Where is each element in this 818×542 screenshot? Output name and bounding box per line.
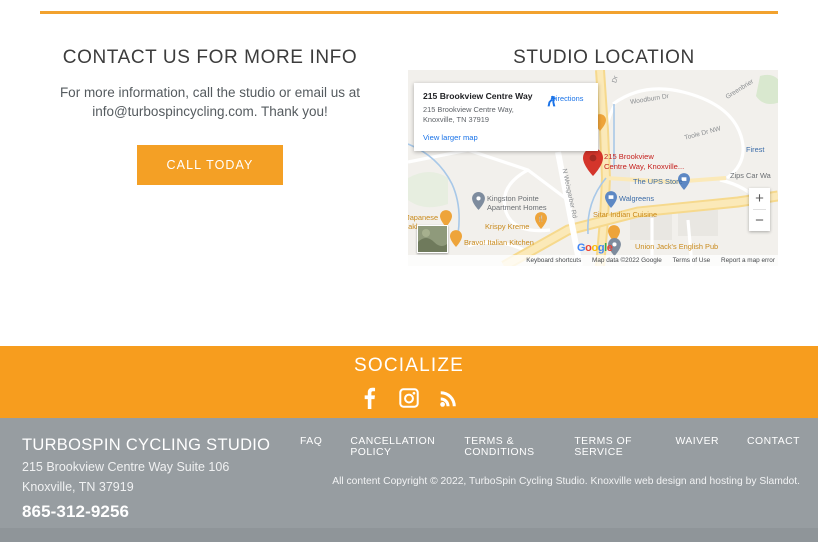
footer-company-name: TURBOSPIN CYCLING STUDIO	[22, 436, 271, 454]
google-logo: Google	[577, 242, 613, 254]
walgreens-pin	[605, 191, 617, 208]
call-today-button[interactable]: CALL TODAY	[136, 145, 284, 186]
footer-nav-links: FAQ CANCELLATION POLICY TERMS & CONDITIO…	[300, 436, 800, 458]
facebook-icon[interactable]	[358, 387, 380, 409]
poi-firestone: Firest	[746, 145, 765, 154]
poi-sitar: Sitar Indian Cuisine	[593, 210, 658, 219]
contact-lead-line1: For more information, call the studio or…	[59, 85, 361, 100]
poi-bravo-italian: Bravo! Italian Kitchen	[464, 238, 534, 247]
site-footer: TURBOSPIN CYCLING STUDIO 215 Brookview C…	[0, 418, 818, 542]
directions-button[interactable]: Directions	[544, 93, 590, 107]
map-card-address: 215 Brookview Centre Way, Knoxville, TN …	[423, 104, 514, 124]
poi-walgreens: Walgreens	[619, 194, 655, 203]
view-larger-map-link[interactable]: View larger map	[423, 133, 589, 142]
footer-address-line-2: Knoxville, TN 37919	[22, 479, 134, 494]
socialize-heading: SOCIALIZE	[353, 355, 465, 376]
poi-japanese-line1: Japanese	[408, 213, 439, 222]
directions-icon	[547, 95, 556, 107]
poi-kingston-line2: Apartment Homes	[487, 203, 547, 212]
poi-ups-store: The UPS Store	[633, 177, 683, 186]
footer-bottom-strip	[0, 528, 818, 542]
contact-column: CONTACT US FOR MORE INFO For more inform…	[20, 24, 400, 186]
zoom-in-button[interactable]: +	[749, 188, 770, 209]
rss-icon[interactable]	[438, 387, 460, 409]
footer-link-terms-of-service[interactable]: TERMS OF SERVICE	[574, 436, 647, 458]
rss-glyph	[440, 391, 456, 407]
instagram-glyph	[399, 388, 419, 408]
social-icons-row	[0, 387, 818, 409]
terms-of-use-link[interactable]: Terms of Use	[673, 257, 711, 264]
footer-address-block: TURBOSPIN CYCLING STUDIO 215 Brookview C…	[22, 436, 292, 522]
street-view-thumbnail[interactable]	[417, 225, 448, 253]
map-attribution-bar: Keyboard shortcuts Map data ©2022 Google…	[408, 255, 778, 266]
street-view-thumbnail-art	[418, 226, 447, 252]
orange-divider-rule	[40, 11, 778, 14]
top-divider-region	[0, 0, 818, 24]
contact-lead-line2: info@turbospincycling.com. Thank you!	[92, 104, 328, 120]
keyboard-shortcuts-link[interactable]: Keyboard shortcuts	[526, 257, 581, 264]
location-heading: STUDIO LOCATION	[513, 47, 695, 68]
footer-address-line-1: 215 Brookview Centre Way Suite 106	[22, 459, 230, 474]
poi-krispy-kreme: Krispy Kreme	[485, 222, 530, 231]
content-area: CONTACT US FOR MORE INFO For more inform…	[0, 24, 818, 324]
contact-lead: For more information, call the studio or…	[20, 83, 400, 121]
poi-kingston-line1: Kingston Pointe	[487, 194, 539, 203]
poi-zips-car-wash: Zips Car Wa	[730, 171, 771, 180]
footer-link-terms-conditions[interactable]: TERMS & CONDITIONS	[464, 436, 546, 458]
destination-label-line1: 215 Brookview	[604, 152, 654, 161]
page-root: CONTACT US FOR MORE INFO For more inform…	[0, 0, 818, 542]
facebook-glyph	[364, 387, 376, 409]
destination-label-line2: Centre Way, Knoxville...	[604, 162, 685, 171]
map-info-card[interactable]: 215 Brookview Centre Way 215 Brookview C…	[414, 83, 598, 151]
contact-heading: CONTACT US FOR MORE INFO	[62, 47, 358, 68]
map-zoom-controls[interactable]: + −	[749, 188, 770, 231]
socialize-section: SOCIALIZE	[0, 346, 818, 418]
krispy-kreme-pin: 🍴	[535, 212, 547, 229]
poi-union-jacks: Union Jack's English Pub	[635, 242, 719, 251]
footer-copyright: All content Copyright © 2022, TurboSpin …	[332, 476, 800, 487]
kingston-pointe-pin	[472, 192, 485, 210]
destination-pin	[583, 148, 603, 176]
footer-link-faq[interactable]: FAQ	[300, 436, 322, 458]
instagram-icon[interactable]	[398, 387, 420, 409]
footer-links-block: FAQ CANCELLATION POLICY TERMS & CONDITIO…	[300, 436, 800, 487]
location-column: STUDIO LOCATION Dr Woodburn Dr Greenbrie…	[408, 24, 800, 266]
bravo-italian-pin	[450, 230, 462, 247]
zoom-out-button[interactable]: −	[749, 210, 770, 231]
map-data-credit: Map data ©2022 Google	[592, 257, 662, 264]
footer-phone-number[interactable]: 865-312-9256	[22, 502, 292, 522]
google-map[interactable]: Dr Woodburn Dr Greenbrier Toole Dr NW N …	[408, 70, 778, 266]
report-map-error-link[interactable]: Report a map error	[721, 257, 775, 264]
footer-link-contact[interactable]: CONTACT	[747, 436, 800, 458]
footer-link-cancellation-policy[interactable]: CANCELLATION POLICY	[350, 436, 436, 458]
footer-link-waiver[interactable]: WAIVER	[675, 436, 719, 458]
